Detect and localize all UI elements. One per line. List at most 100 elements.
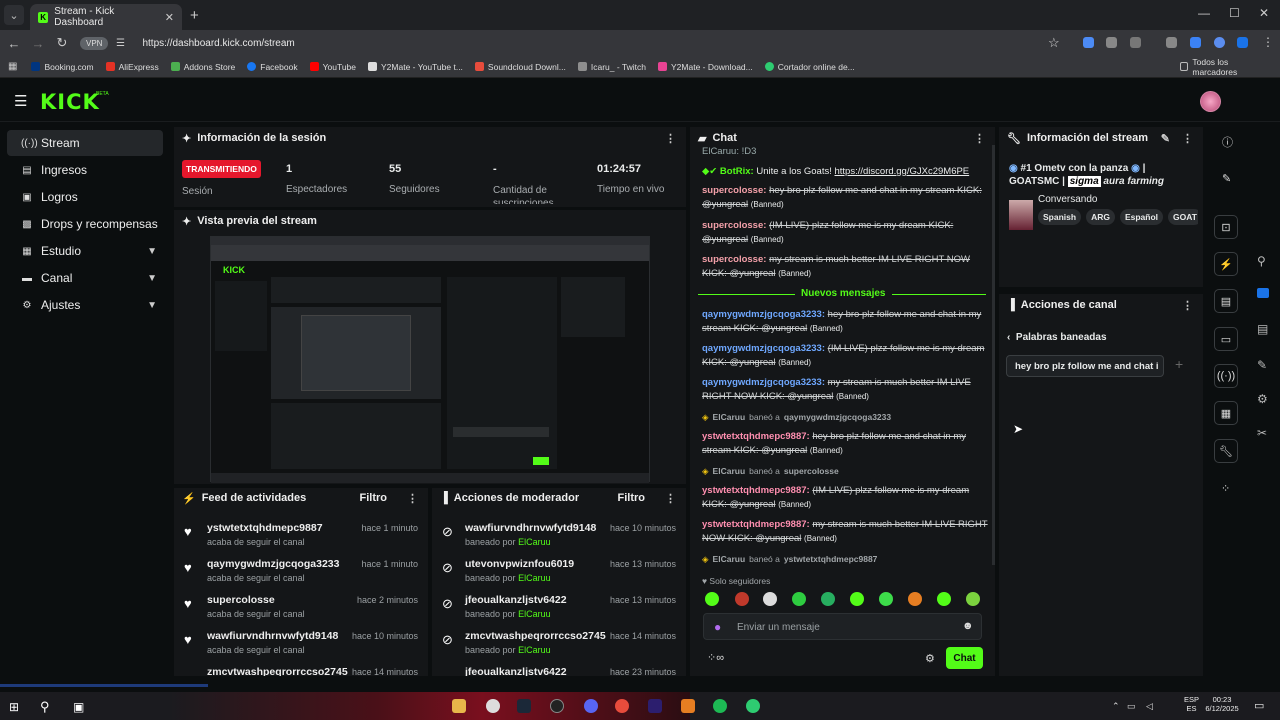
banned-user[interactable]: ystwtetxtqhdmepc9887 — [784, 554, 878, 564]
sidebar-item-ajustes[interactable]: ⚙ Ajustes ▼ — [7, 292, 163, 318]
mod-name[interactable]: ElCaruu — [713, 554, 746, 564]
add-icon[interactable]: + — [1175, 356, 1183, 372]
chat-bubble-icon[interactable]: ▭ — [1214, 327, 1238, 351]
task-view-icon[interactable]: ▣ — [73, 700, 84, 714]
chat-username[interactable]: supercolosse: — [702, 254, 766, 265]
gear-icon[interactable]: ⚙ — [925, 652, 935, 665]
sidebar-item-stream[interactable]: ((·)) Stream — [7, 130, 163, 156]
layout-icon[interactable]: ▦ — [1214, 401, 1238, 425]
language-indicator[interactable]: ESP ES — [1184, 695, 1199, 713]
bookmark[interactable]: Soundcloud Downl... — [474, 62, 566, 72]
emote[interactable] — [937, 592, 951, 606]
chat-username[interactable]: qaymygwdmzjgcqoga3233: — [702, 343, 825, 354]
chat-username[interactable]: ystwtetxtqhdmepc9887: — [702, 431, 810, 442]
chat-input[interactable]: ● Enviar un mensaje ☻ — [703, 613, 982, 640]
reading-list-icon[interactable] — [1166, 37, 1177, 48]
profile-icon[interactable] — [1214, 37, 1225, 48]
sidebar-item-drops[interactable]: ▩ Drops y recompensas — [7, 211, 163, 237]
extension-icon[interactable] — [1083, 37, 1094, 48]
hamburger-menu-icon[interactable]: ☰ — [14, 92, 27, 110]
volume-icon[interactable]: ◁ — [1146, 701, 1153, 712]
discord-icon[interactable] — [584, 699, 598, 713]
bookmark[interactable]: Booking.com — [31, 62, 94, 72]
side-extension-icon[interactable]: ⚲ — [1257, 254, 1266, 268]
more-options-icon[interactable]: ⋮ — [407, 492, 418, 505]
side-extension-icon[interactable]: ✎ — [1257, 358, 1267, 372]
windows-start-icon[interactable]: ⊞ — [9, 700, 19, 714]
community-icon[interactable]: ⁘ — [1221, 482, 1230, 495]
chat-settings-dots-icon[interactable]: ⁘∞ — [707, 651, 724, 664]
bookmark[interactable]: AliExpress — [105, 62, 159, 72]
forward-icon[interactable]: → — [26, 36, 50, 51]
sidebar-item-estudio[interactable]: ▦ Estudio ▼ — [7, 238, 163, 264]
sidepanel-icon[interactable] — [1190, 37, 1201, 48]
bookmark[interactable]: YouTube — [309, 62, 356, 72]
bookmark[interactable]: Addons Store — [170, 62, 235, 72]
side-extension-icon[interactable] — [1257, 288, 1269, 298]
new-tab-icon[interactable]: + — [190, 7, 199, 24]
network-icon[interactable]: ▭ — [1127, 701, 1136, 712]
list-item[interactable]: jfeoualkanzljstv6422 hace 23 minutos — [432, 664, 688, 676]
more-options-icon[interactable]: ⋮ — [1182, 132, 1193, 145]
chat-username[interactable]: qaymygwdmzjgcqoga3233: — [702, 309, 825, 320]
tag[interactable]: Español — [1119, 209, 1164, 225]
sidebar-item-logros[interactable]: ▣ Logros — [7, 184, 163, 210]
bookmark-star-icon[interactable]: ☆ — [1048, 35, 1060, 51]
scan-icon[interactable]: ⊡ — [1214, 215, 1238, 239]
more-options-icon[interactable]: ⋮ — [1182, 299, 1193, 312]
tag[interactable]: ARG — [1086, 209, 1115, 225]
emote[interactable] — [908, 592, 922, 606]
edit-pencil-icon[interactable]: ✎ — [1222, 172, 1231, 185]
discord-link[interactable]: https://discord.gg/GJXc29M6PE — [835, 166, 970, 177]
shield-icon[interactable] — [1237, 37, 1248, 48]
list-item[interactable]: ♥ supercolosse acaba de seguir el canal hac… — [174, 592, 430, 628]
reload-icon[interactable]: ↻ — [50, 35, 74, 51]
filter-button[interactable]: Filtro — [618, 492, 646, 504]
sidebar-item-canal[interactable]: ▬ Canal ▼ — [7, 265, 163, 291]
file-explorer-icon[interactable] — [452, 699, 466, 713]
extension-icon[interactable] — [1106, 37, 1117, 48]
emote[interactable] — [821, 592, 835, 606]
more-options-icon[interactable]: ⋮ — [665, 492, 676, 505]
back-icon[interactable]: ← — [2, 36, 26, 51]
steam-icon[interactable] — [517, 699, 531, 713]
close-tab-icon[interactable]: ✕ — [165, 11, 174, 24]
filter-button[interactable]: Filtro — [360, 492, 388, 504]
chat-username[interactable]: ystwtetxtqhdmepc9887: — [702, 485, 810, 496]
list-item[interactable]: ⊘ utevonvpwiznfou6019 baneado por ElCaruu h… — [432, 556, 688, 592]
emote[interactable] — [792, 592, 806, 606]
list-item[interactable]: ⊘ zmcvtwashpeqrorrccso2745 baneado por ElC… — [432, 628, 688, 664]
emote[interactable] — [735, 592, 749, 606]
chat-username[interactable]: qaymygwdmzjgcqoga3233: — [702, 377, 825, 388]
list-item[interactable]: ⊘ jfeoualkanzljstv6422 baneado por ElCaruu… — [432, 592, 688, 628]
wrench-icon[interactable]: 🔧︎ — [1214, 439, 1238, 463]
emote[interactable] — [879, 592, 893, 606]
extensions-puzzle-icon[interactable] — [1130, 37, 1141, 48]
browser-tab[interactable]: K Stream - Kick Dashboard ✕ — [30, 4, 182, 30]
chrome-icon[interactable] — [615, 699, 629, 713]
fl-studio-icon[interactable] — [681, 699, 695, 713]
bookmark[interactable]: Facebook — [247, 62, 298, 72]
banned-words-back[interactable]: ‹ Palabras baneadas — [1007, 332, 1107, 343]
list-item[interactable]: ♥ ystwtetxtqhdmepc9887 acaba de seguir el … — [174, 520, 430, 556]
list-item[interactable]: ⊘ wawfiurvndhrnvwfytd9148 baneado por ElCa… — [432, 520, 688, 556]
user-avatar[interactable] — [1200, 91, 1221, 112]
maximize-icon[interactable]: ☐ — [1229, 6, 1240, 20]
more-options-icon[interactable]: ⋮ — [665, 132, 676, 145]
banned-user[interactable]: qaymygwdmzjgcqoga3233 — [784, 412, 891, 422]
tag[interactable]: Spanish — [1038, 209, 1082, 225]
list-item[interactable]: ♥ qaymygwdmzjgcqoga3233 acaba de seguir el… — [174, 556, 430, 592]
clock[interactable]: 00:23 6/12/2025 — [1205, 695, 1239, 713]
spotify-icon[interactable] — [713, 699, 727, 713]
bookmark[interactable]: Y2Mate - Download... — [658, 62, 753, 72]
obs-icon[interactable] — [550, 699, 564, 713]
mod-name[interactable]: ElCaruu — [713, 466, 746, 476]
category-thumbnail[interactable] — [1009, 200, 1033, 230]
site-info-icon[interactable]: ☰ — [108, 38, 132, 49]
browser-menu-icon[interactable]: ⋮ — [1262, 35, 1274, 49]
app-icon[interactable] — [746, 699, 760, 713]
bookmark[interactable]: Icaru_ - Twitch — [577, 62, 646, 72]
chat-username[interactable]: ystwtetxtqhdmepc9887: — [702, 519, 810, 530]
lightning-icon[interactable]: ⚡ — [1214, 252, 1238, 276]
apps-grid-icon[interactable]: ▦ — [8, 61, 17, 72]
